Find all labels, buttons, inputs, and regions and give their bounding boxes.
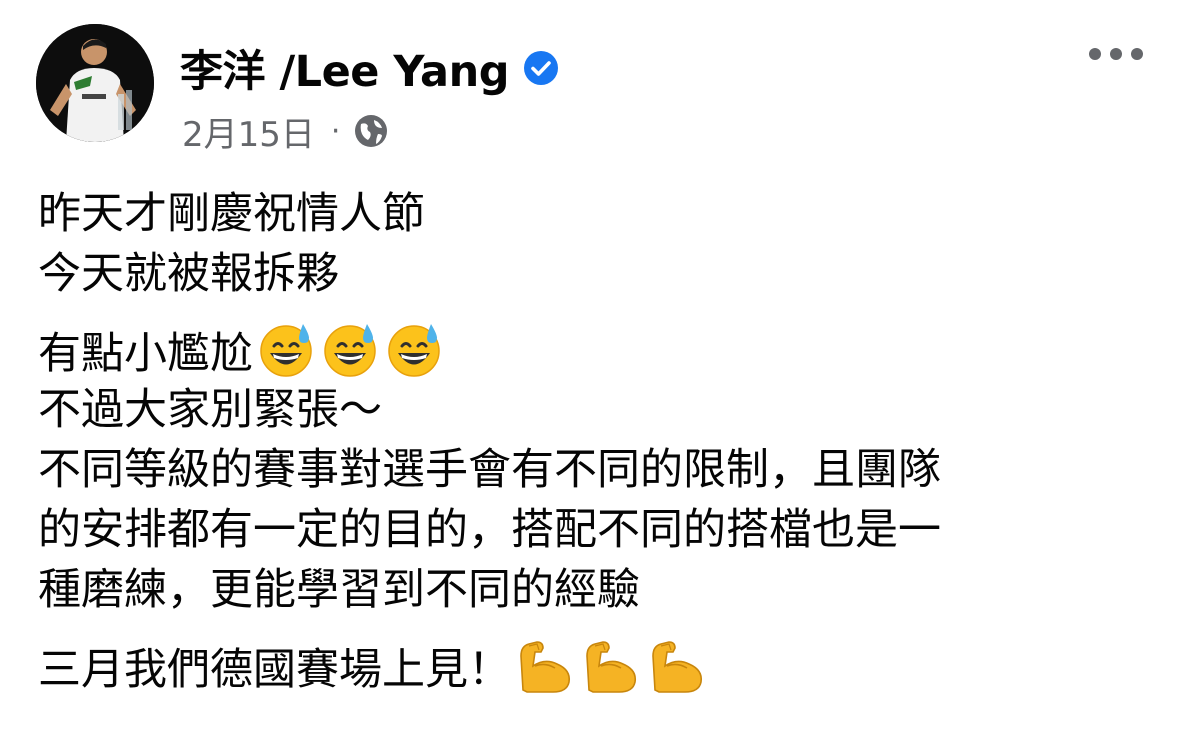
post-line: 不過大家別緊張～	[38, 385, 382, 435]
flexed-biceps-emoji	[652, 641, 703, 693]
sweat-smile-emojis	[257, 320, 449, 378]
post-date[interactable]: 2月15日	[182, 107, 315, 156]
post-line-text: 三月我們德國賽場上見！	[38, 645, 511, 695]
post-line-text: 有點小尷尬	[38, 329, 253, 379]
post-line: 的安排都有一定的目的，搭配不同的搭檔也是一	[38, 505, 941, 555]
meta-separator: ·	[330, 113, 341, 149]
grinning-face-with-sweat-emoji	[260, 324, 312, 377]
verified-badge-icon	[523, 51, 558, 85]
post-meta: 2月15日 ·	[182, 107, 390, 156]
post-line: 昨天才剛慶祝情人節	[38, 189, 425, 239]
more-options-button[interactable]	[1089, 36, 1143, 72]
profile-avatar[interactable]	[36, 24, 154, 142]
post-line: 種磨練，更能學習到不同的經驗	[38, 565, 640, 615]
author-row: 李洋 /Lee Yang	[180, 38, 559, 98]
grinning-face-with-sweat-emoji	[324, 324, 376, 377]
post-line: 今天就被報拆夥	[38, 249, 339, 299]
more-dot	[1089, 48, 1101, 60]
flexed-biceps-emoji	[520, 641, 571, 693]
grinning-face-with-sweat-emoji	[388, 324, 440, 377]
globe-icon[interactable]	[352, 112, 390, 150]
facebook-post: 李洋 /Lee Yang 2月15日 · 昨天才剛慶祝情人節 今天就被報拆夥 有…	[0, 0, 1179, 740]
post-line-with-emoji: 有點小尷尬	[38, 320, 1148, 380]
post-line-with-emoji: 三月我們德國賽場上見！	[38, 636, 1148, 696]
post-body: 昨天才剛慶祝情人節 今天就被報拆夥 有點小尷尬 不過大家別緊張～ 不同等級的賽事…	[38, 184, 1148, 696]
more-dot	[1131, 48, 1143, 60]
flexed-biceps-emojis	[515, 636, 713, 694]
more-dot	[1110, 48, 1122, 60]
author-name[interactable]: 李洋 /Lee Yang	[180, 37, 509, 99]
flexed-biceps-emoji	[586, 641, 637, 693]
post-line: 不同等級的賽事對選手會有不同的限制，且團隊	[38, 445, 941, 495]
